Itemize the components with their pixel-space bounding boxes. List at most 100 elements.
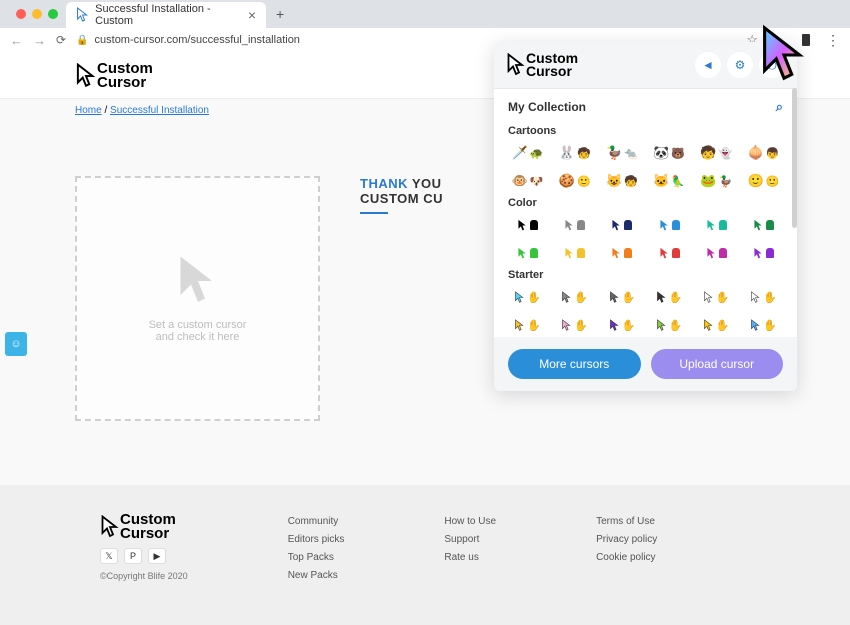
logo-cursor-icon (75, 63, 97, 89)
color-cursor-item[interactable] (697, 215, 736, 235)
footer-link[interactable]: Rate us (444, 549, 496, 567)
youtube-icon[interactable]: ▶ (148, 548, 166, 564)
cartoon-cursor-item[interactable]: 🧒👻 (697, 143, 736, 163)
footer-brand: CustomCursor 𝕏 P ▶ ©Copyright Blife 2020 (100, 513, 188, 585)
cartoon-cursor-item[interactable]: 🧅👦 (744, 143, 783, 163)
starter-cursor-item[interactable]: ✋ (697, 315, 736, 335)
cartoon-cursor-item[interactable]: 🗡️🐢 (508, 143, 547, 163)
site-footer: CustomCursor 𝕏 P ▶ ©Copyright Blife 2020… (0, 485, 850, 625)
popup-scrollbar[interactable] (792, 88, 797, 228)
section-starter: Starter ✋ ✋ ✋ ✋ ✋ ✋ ✋ ✋ ✋ ✋ ✋ ✋ (494, 265, 797, 337)
footer-link[interactable]: Terms of Use (596, 513, 657, 531)
footer-link[interactable]: Support (444, 531, 496, 549)
starter-cursor-item[interactable]: ✋ (555, 287, 594, 307)
reload-button[interactable]: ⟳ (56, 33, 66, 47)
site-logo[interactable]: CustomCursor (75, 62, 153, 89)
starter-cursor-item[interactable]: ✋ (555, 315, 594, 335)
starter-cursor-item[interactable]: ✋ (650, 287, 689, 307)
accent-underline (360, 212, 388, 214)
footer-link[interactable]: Cookie policy (596, 549, 657, 567)
browser-tab[interactable]: Successful Installation - Custom × (66, 2, 266, 28)
popup-pointer-icon[interactable]: ◄ (695, 52, 721, 78)
tab-close-icon[interactable]: × (248, 7, 256, 23)
logo-text-bottom: Cursor (97, 76, 153, 90)
cursor-test-area[interactable]: Set a custom cursor and check it here (75, 176, 320, 421)
cartoon-cursor-item[interactable]: 😺🧒 (602, 171, 641, 191)
popup-footer: More cursors Upload cursor (494, 337, 797, 391)
starter-cursor-item[interactable]: ✋ (602, 315, 641, 335)
footer-link[interactable]: How to Use (444, 513, 496, 531)
cartoon-cursor-item[interactable]: 🐱🦜 (650, 171, 689, 191)
feedback-tab[interactable]: ☺ (5, 332, 27, 356)
cartoon-cursor-item[interactable]: 🐵🐶 (508, 171, 547, 191)
maximize-window[interactable] (48, 9, 58, 19)
color-cursor-item[interactable] (508, 215, 547, 235)
cartoon-cursor-item[interactable]: 🐰🧒 (555, 143, 594, 163)
back-button[interactable]: ← (10, 33, 23, 48)
color-cursor-item[interactable] (744, 243, 783, 263)
minimize-window[interactable] (32, 9, 42, 19)
thank-word2: YOU (412, 176, 442, 191)
test-arrow-icon (175, 253, 221, 309)
footer-link[interactable]: Community (288, 513, 345, 531)
popup-power-icon[interactable]: ⏻ (759, 52, 785, 78)
pinterest-icon[interactable]: P (124, 548, 142, 564)
color-cursor-item[interactable] (555, 243, 594, 263)
color-cursor-item[interactable] (508, 243, 547, 263)
cartoon-cursor-item[interactable]: 🐼🐻 (650, 143, 689, 163)
forward-button[interactable]: → (33, 33, 46, 48)
section-color: Color (494, 193, 797, 265)
color-cursor-item[interactable] (555, 215, 594, 235)
section-title-starter: Starter (508, 269, 783, 281)
footer-link[interactable]: Privacy policy (596, 531, 657, 549)
thank-word1: THANK (360, 176, 408, 191)
starter-cursor-item[interactable]: ✋ (744, 287, 783, 307)
footer-link[interactable]: New Packs (288, 567, 345, 585)
upload-cursor-button[interactable]: Upload cursor (651, 349, 784, 379)
color-cursor-item[interactable] (650, 215, 689, 235)
window-controls (8, 9, 66, 19)
cartoon-cursor-item[interactable]: 🐸🦆 (697, 171, 736, 191)
search-icon[interactable]: ⌕ (776, 99, 783, 115)
cartoon-cursor-item[interactable]: 🙂🙂 (744, 171, 783, 191)
footer-col-3: Terms of UsePrivacy policyCookie policy (596, 513, 657, 585)
footer-link[interactable]: Top Packs (288, 549, 345, 567)
starter-cursor-item[interactable]: ✋ (508, 287, 547, 307)
extension-other-icon[interactable] (798, 32, 814, 48)
color-cursor-item[interactable] (602, 215, 641, 235)
footer-link[interactable]: Editors picks (288, 531, 345, 549)
twitter-icon[interactable]: 𝕏 (100, 548, 118, 564)
url-text: custom-cursor.com/successful_installatio… (95, 34, 300, 46)
tab-favicon (76, 7, 89, 23)
color-cursor-item[interactable] (650, 243, 689, 263)
breadcrumb-current[interactable]: Successful Installation (110, 105, 209, 116)
starter-cursor-item[interactable]: ✋ (602, 287, 641, 307)
lock-icon: 🔒 (76, 35, 88, 46)
popup-settings-icon[interactable]: ⚙ (727, 52, 753, 78)
extension-popup: CustomCursor ◄ ⚙ ⏻ My Collection ⌕ Carto… (494, 42, 797, 391)
cartoon-cursor-item[interactable]: 🍪🙂 (555, 171, 594, 191)
popup-logo-icon (506, 53, 526, 77)
starter-cursor-item[interactable]: ✋ (744, 315, 783, 335)
footer-logo-icon (100, 515, 120, 539)
test-text-1: Set a custom cursor (149, 319, 247, 331)
breadcrumb-home[interactable]: Home (75, 105, 102, 116)
thank-line2: CUSTOM CU (360, 191, 443, 206)
starter-cursor-item[interactable]: ✋ (697, 287, 736, 307)
starter-cursor-item[interactable]: ✋ (508, 315, 547, 335)
color-cursor-item[interactable] (602, 243, 641, 263)
more-cursors-button[interactable]: More cursors (508, 349, 641, 379)
browser-menu-icon[interactable]: ⋮ (826, 32, 840, 49)
tab-title: Successful Installation - Custom (95, 3, 242, 27)
color-cursor-item[interactable] (697, 243, 736, 263)
new-tab-button[interactable]: + (276, 6, 284, 22)
close-window[interactable] (16, 9, 26, 19)
tab-bar: Successful Installation - Custom × + (0, 0, 850, 28)
popup-header: CustomCursor ◄ ⚙ ⏻ (494, 42, 797, 89)
cartoon-cursor-item[interactable]: 🦆🐀 (602, 143, 641, 163)
section-title-color: Color (508, 197, 783, 209)
section-title-cartoons: Cartoons (508, 125, 783, 137)
starter-cursor-item[interactable]: ✋ (650, 315, 689, 335)
color-cursor-item[interactable] (744, 215, 783, 235)
footer-col-2: How to UseSupportRate us (444, 513, 496, 585)
